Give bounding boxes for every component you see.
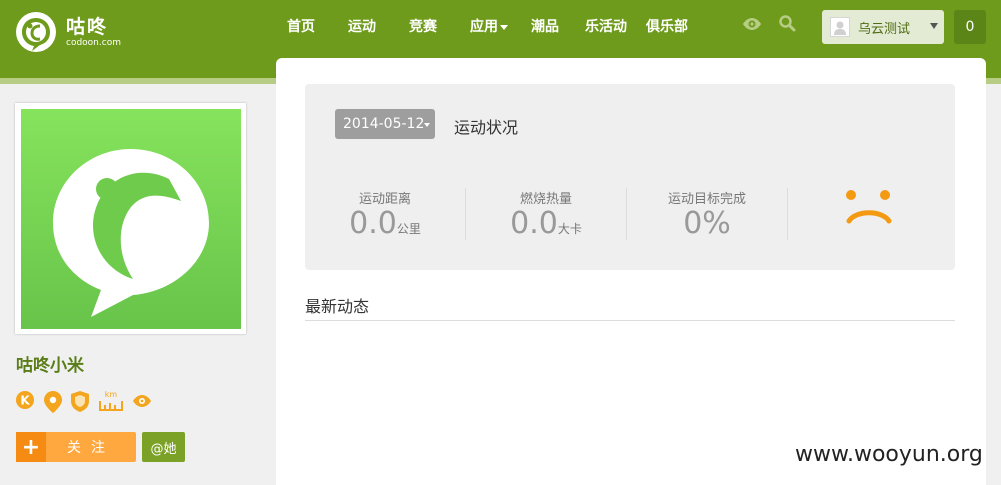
feed-title: 最新动态 [305,297,370,316]
logo-mark-icon [16,12,56,52]
badge-row: K km [15,389,155,419]
follow-button[interactable]: + 关注 [16,432,136,462]
stat-calories: 燃烧热量 0.0大卡 [466,192,626,240]
stat-distance: 运动距离 0.0公里 [305,192,465,240]
nav-home[interactable]: 首页 [279,16,323,36]
logo-subtitle: codoon.com [66,38,121,48]
stat-unit: 大卡 [557,222,582,236]
message-count-button[interactable]: 0 [954,10,986,44]
profile-name: 咕咚小米 [16,356,84,376]
svg-text:K: K [20,394,30,408]
logo-title: 咕咚 [66,16,109,38]
sad-face-icon [842,186,896,234]
avatar[interactable] [21,109,241,329]
eye-icon[interactable] [133,395,151,407]
location-pin-icon[interactable] [44,391,62,413]
nav-products[interactable]: 潮品 [523,16,567,36]
nav-clubs[interactable]: 俱乐部 [638,16,696,36]
user-menu[interactable]: 乌云测试 [822,10,944,44]
follow-label: 关注 [67,440,115,456]
date-picker[interactable]: 2014-05-12 [335,109,435,139]
mention-button[interactable]: @她 [142,432,185,462]
status-title: 运动状况 [454,118,519,137]
nav-sport[interactable]: 运动 [340,16,384,36]
stat-value: 0.0 [510,206,558,241]
stat-unit: 公里 [396,222,421,236]
stat-value: 0.0 [349,206,397,241]
user-avatar-icon [830,17,850,37]
user-name: 乌云测试 [858,21,911,37]
search-icon[interactable] [778,14,796,36]
nav-activities[interactable]: 乐活动 [577,16,635,36]
divider [787,188,788,240]
k-badge-icon[interactable]: K [16,391,34,409]
km-ruler-icon[interactable]: km [99,390,123,411]
date-value: 2014-05-12 [343,116,425,132]
chevron-down-icon [500,24,508,30]
feed-divider [305,320,955,321]
eye-icon[interactable] [742,16,762,35]
chevron-down-icon [930,23,938,29]
stat-value: 0% [683,206,731,241]
nav-race[interactable]: 竞赛 [401,16,445,36]
logo[interactable]: 咕咚 codoon.com [16,10,126,54]
chevron-down-icon [424,123,430,127]
shield-icon[interactable] [71,391,89,412]
nav-apps-label: 应用 [470,19,498,35]
nav-apps[interactable]: 应用 [462,16,516,36]
stat-goal: 运动目标完成 0% [627,192,787,240]
plus-icon: + [16,432,46,462]
svg-text:km: km [105,390,118,399]
watermark: www.wooyun.org [795,442,983,467]
